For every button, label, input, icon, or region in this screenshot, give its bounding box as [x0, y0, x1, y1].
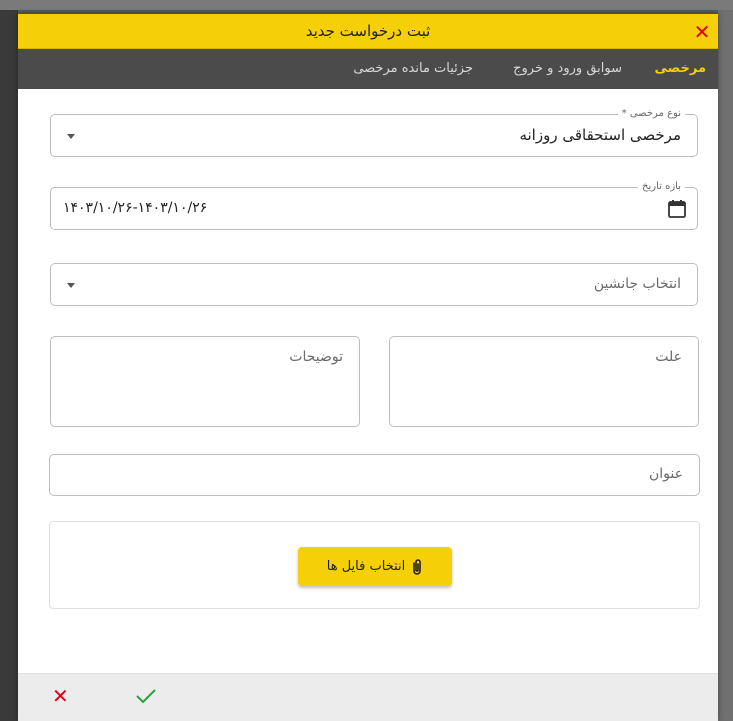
- subject-input[interactable]: عنوان: [49, 454, 700, 496]
- date-range-field[interactable]: بازه تاریخ ۱۴۰۳/۱۰/۲۶-۱۴۰۳/۱۰/۲۶: [50, 180, 698, 230]
- file-upload-area: انتخاب فایل ها: [49, 521, 700, 609]
- background-strip: [0, 0, 733, 14]
- dialog-titlebar: ثبت درخواست جدید ✕: [18, 14, 718, 49]
- background-right: [718, 10, 733, 721]
- description-textarea[interactable]: توضیحات: [50, 336, 360, 427]
- leave-type-value: مرخصی استحقاقی روزانه: [519, 126, 681, 144]
- select-files-label: انتخاب فایل ها: [326, 559, 406, 574]
- dialog-title: ثبت درخواست جدید: [305, 22, 431, 40]
- tab-leave[interactable]: مرخصی: [655, 49, 706, 89]
- chevron-down-icon: [67, 283, 75, 288]
- close-icon[interactable]: ✕: [692, 22, 712, 42]
- leave-type-select[interactable]: نوع مرخصی * مرخصی استحقاقی روزانه: [50, 107, 698, 157]
- close-icon[interactable]: ✕: [52, 686, 69, 706]
- substitute-select[interactable]: انتخاب جانشین: [50, 263, 698, 306]
- tab-leave-balance-details[interactable]: جزئیات مانده مرخصی: [353, 49, 473, 89]
- description-placeholder: توضیحات: [289, 349, 343, 365]
- calendar-icon[interactable]: [667, 199, 687, 219]
- date-range-value: ۱۴۰۳/۱۰/۲۶-۱۴۰۳/۱۰/۲۶: [63, 200, 208, 216]
- reason-placeholder: علت: [655, 349, 682, 365]
- check-icon[interactable]: [135, 687, 157, 705]
- select-files-button[interactable]: انتخاب فایل ها: [298, 547, 452, 586]
- dialog-footer: ✕: [18, 673, 718, 721]
- leave-type-label: نوع مرخصی *: [617, 107, 685, 121]
- subject-placeholder: عنوان: [649, 466, 683, 482]
- background-left: [0, 10, 18, 721]
- new-request-dialog: ثبت درخواست جدید ✕ مرخصی سوابق ورود و خر…: [18, 14, 718, 721]
- chevron-down-icon: [67, 134, 75, 139]
- tab-bar: مرخصی سوابق ورود و خروج جزئیات مانده مرخ…: [18, 49, 718, 89]
- tab-attendance-history[interactable]: سوابق ورود و خروج: [513, 49, 622, 89]
- paperclip-icon: [413, 558, 422, 575]
- date-range-label: بازه تاریخ: [638, 180, 685, 194]
- substitute-placeholder: انتخاب جانشین: [593, 276, 681, 292]
- reason-textarea[interactable]: علت: [389, 336, 699, 427]
